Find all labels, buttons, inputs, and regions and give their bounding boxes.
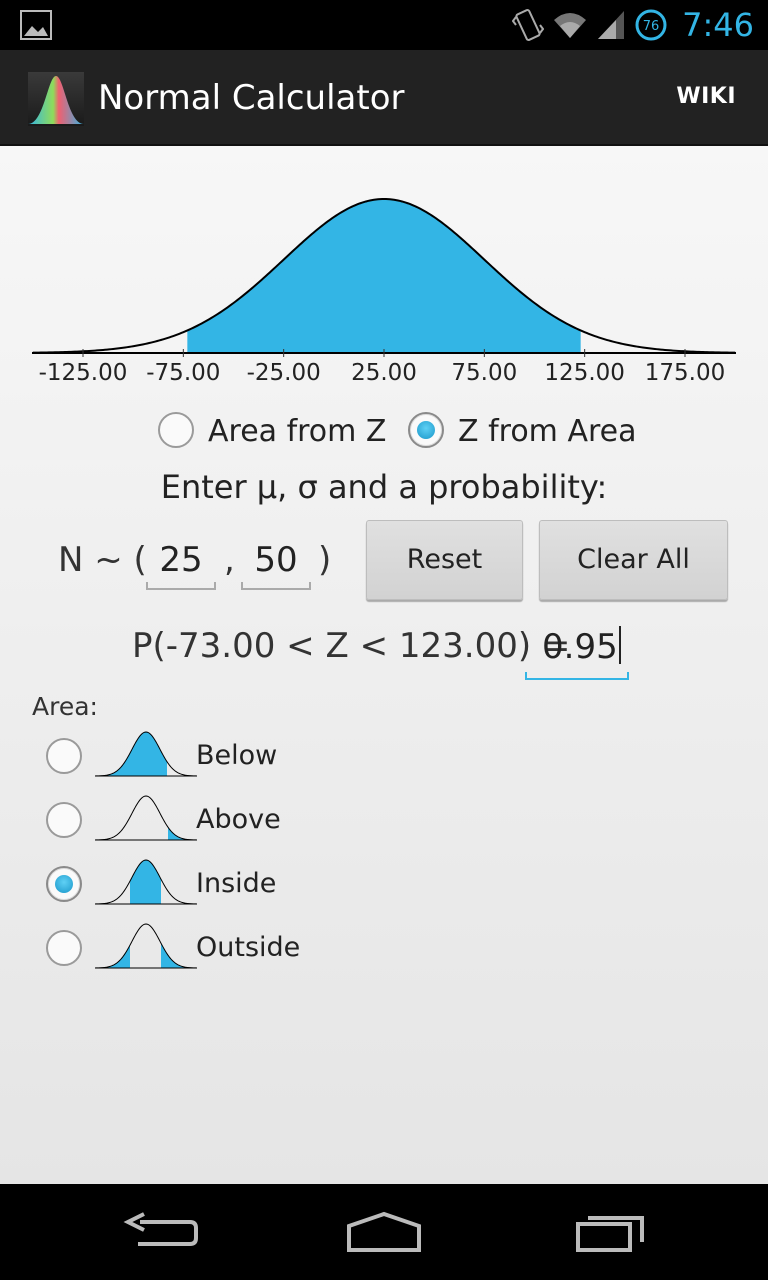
status-bar: 76 7:46: [0, 0, 768, 50]
battery-icon: 76: [634, 8, 668, 42]
area-option-inside[interactable]: Inside: [0, 856, 400, 912]
wifi-icon: [552, 10, 588, 40]
x-tick-label: -75.00: [146, 360, 220, 386]
probability-row: P(-73.00 < Z < 123.00) = 0.95: [0, 618, 768, 688]
app-title: Normal Calculator: [98, 78, 405, 118]
z-from-area-label[interactable]: Z from Area: [458, 414, 636, 449]
mode-selector: Area from Z Z from Area: [0, 410, 768, 454]
probability-value: 0.95: [542, 627, 618, 667]
x-tick-label: 75.00: [451, 360, 517, 386]
recents-icon[interactable]: [556, 1204, 666, 1260]
area-option-above[interactable]: Above: [0, 792, 400, 848]
mini-curve: [95, 923, 197, 969]
distribution-chart: -125.00 -75.00 -25.00 25.00 75.00 125.00 175.0…: [32, 197, 736, 386]
above-radio[interactable]: [46, 802, 82, 838]
above-label[interactable]: Above: [196, 804, 281, 835]
inside-label[interactable]: Inside: [196, 868, 276, 899]
outside-label[interactable]: Outside: [196, 932, 300, 963]
vibrate-icon: [512, 7, 545, 43]
reset-button[interactable]: Reset: [366, 520, 523, 600]
area-option-outside[interactable]: Outside: [0, 920, 400, 976]
area-label: Area:: [32, 692, 98, 721]
distribution-prefix: N ~ (: [58, 540, 147, 580]
z-from-area-radio[interactable]: [408, 412, 444, 448]
mu-value: 25: [159, 540, 203, 580]
distribution-suffix: ): [318, 540, 332, 580]
area-from-z-label[interactable]: Area from Z: [208, 414, 386, 449]
app-bell-curve-icon[interactable]: [28, 72, 84, 126]
below-radio[interactable]: [46, 738, 82, 774]
inside-radio[interactable]: [46, 866, 82, 902]
sigma-input[interactable]: 50: [241, 530, 311, 590]
shaded-region: [130, 860, 161, 904]
mini-curve: [95, 795, 197, 841]
signal-icon: [596, 9, 626, 41]
area-option-below[interactable]: Below: [0, 728, 400, 784]
x-tick-label: -125.00: [39, 360, 128, 386]
home-icon[interactable]: [329, 1204, 439, 1260]
outside-curve-icon: [95, 923, 197, 969]
clear-all-button[interactable]: Clear All: [539, 520, 728, 600]
distribution-params-row: N ~ ( 25 , 50 ) Reset Clear All: [0, 520, 768, 600]
below-curve-icon: [95, 731, 197, 777]
mu-input[interactable]: 25: [146, 530, 216, 590]
x-tick-label: 125.00: [544, 360, 624, 386]
wiki-button[interactable]: WIKI: [676, 84, 736, 109]
x-tick-label: 175.00: [645, 360, 725, 386]
above-curve-icon: [95, 795, 197, 841]
shaded-area: [187, 199, 581, 353]
below-label[interactable]: Below: [196, 740, 277, 771]
text-cursor: [618, 626, 621, 664]
instruction-text: Enter μ, σ and a probability:: [160, 468, 608, 506]
svg-text:76: 76: [643, 19, 660, 34]
area-from-z-radio[interactable]: [158, 412, 194, 448]
navigation-bar: [0, 1184, 768, 1280]
outside-radio[interactable]: [46, 930, 82, 966]
main-content: -125.00 -75.00 -25.00 25.00 75.00 125.00 175.0…: [0, 146, 768, 1184]
inside-curve-icon: [95, 859, 197, 905]
gallery-icon: [20, 10, 52, 40]
clock: 7:46: [682, 6, 754, 44]
probability-expression: P(-73.00 < Z < 123.00) =: [132, 626, 571, 666]
comma-separator: ,: [224, 540, 235, 580]
shaded-region: [97, 732, 167, 776]
probability-input[interactable]: 0.95: [525, 618, 629, 680]
sigma-value: 50: [254, 540, 298, 580]
action-bar: Normal Calculator WIKI: [0, 50, 768, 146]
x-tick-label: -25.00: [247, 360, 321, 386]
x-tick-label: 25.00: [351, 360, 417, 386]
back-icon[interactable]: [104, 1204, 214, 1260]
